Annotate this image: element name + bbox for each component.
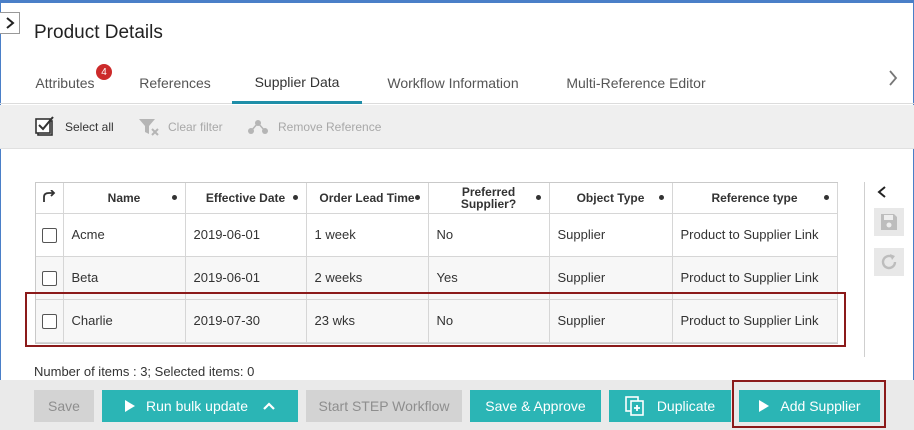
- cell-effective-date[interactable]: 2019-06-01: [185, 256, 307, 300]
- refresh-button[interactable]: [874, 248, 904, 276]
- cell-effective-date[interactable]: 2019-07-30: [185, 299, 307, 343]
- save-icon: [881, 214, 897, 230]
- column-menu-icon[interactable]: [535, 195, 541, 200]
- tab-supplier-data[interactable]: Supplier Data: [232, 62, 362, 104]
- row-checkbox[interactable]: [41, 227, 57, 243]
- page-title: Product Details: [34, 22, 163, 43]
- table-row[interactable]: Charlie 2019-07-30 23 wks No Supplier Pr…: [36, 299, 838, 343]
- column-menu-icon[interactable]: [171, 195, 177, 200]
- chevron-up-icon[interactable]: [262, 401, 276, 411]
- cell-reference-type: Product to Supplier Link: [672, 213, 838, 257]
- column-header-name[interactable]: Name: [63, 183, 186, 214]
- save-approve-button[interactable]: Save & Approve: [470, 390, 601, 422]
- cell-order-lead-time[interactable]: 1 week: [306, 213, 429, 257]
- play-icon: [759, 400, 770, 412]
- cell-name[interactable]: Beta: [63, 256, 186, 300]
- tab-references[interactable]: References: [130, 62, 220, 104]
- chevron-right-icon[interactable]: [886, 68, 900, 88]
- table-header-row: Name Effective Date Order Lead Time Pref…: [36, 183, 838, 214]
- clear-filter-label: Clear filter: [168, 120, 223, 134]
- remove-reference-button[interactable]: Remove Reference: [246, 105, 381, 149]
- cell-reference-type: Product to Supplier Link: [672, 256, 838, 300]
- tab-bar: Attributes 4 References Supplier Data Wo…: [0, 62, 914, 104]
- tab-multi-reference-editor[interactable]: Multi-Reference Editor: [552, 62, 720, 104]
- column-menu-icon[interactable]: [292, 195, 298, 200]
- filter-icon: [139, 119, 159, 136]
- cell-object-type: Supplier: [549, 299, 673, 343]
- save-button[interactable]: Save: [34, 390, 94, 422]
- cell-preferred-supplier[interactable]: Yes: [428, 256, 550, 300]
- select-all-icon: [35, 116, 54, 136]
- cell-object-type: Supplier: [549, 256, 673, 300]
- cell-object-type: Supplier: [549, 213, 673, 257]
- remove-reference-icon: [248, 120, 268, 134]
- table-row[interactable]: Beta 2019-06-01 2 weeks Yes Supplier Pro…: [36, 256, 838, 300]
- column-header-reference-type[interactable]: Reference type: [672, 183, 838, 214]
- add-supplier-label: Add Supplier: [780, 398, 861, 414]
- duplicate-button[interactable]: Duplicate: [609, 390, 731, 422]
- column-header-label: Object Type: [576, 190, 645, 205]
- cell-preferred-supplier[interactable]: No: [428, 299, 550, 343]
- duplicate-icon: [625, 396, 644, 416]
- column-header-object-type[interactable]: Object Type: [549, 183, 673, 214]
- tab-attributes[interactable]: Attributes: [22, 62, 108, 104]
- expand-panel-button[interactable]: [0, 12, 20, 34]
- column-header-label: Preferred Supplier?: [460, 184, 517, 211]
- item-count-status: Number of items : 3; Selected items: 0: [34, 364, 255, 379]
- column-header-label: Name: [107, 190, 141, 205]
- cell-name[interactable]: Acme: [63, 213, 186, 257]
- clear-filter-button[interactable]: Clear filter: [138, 105, 223, 149]
- start-step-workflow-button[interactable]: Start STEP Workflow: [306, 390, 462, 422]
- chevron-left-icon[interactable]: [875, 184, 889, 200]
- tab-label: References: [139, 75, 211, 91]
- duplicate-label: Duplicate: [656, 398, 716, 414]
- column-menu-icon[interactable]: [823, 195, 829, 200]
- column-header-preferred-supplier[interactable]: Preferred Supplier?: [428, 183, 550, 214]
- column-menu-icon[interactable]: [414, 195, 420, 200]
- link-arrow-icon: [43, 189, 56, 202]
- link-column-header[interactable]: [36, 183, 64, 214]
- play-icon: [125, 400, 136, 412]
- tab-label: Supplier Data: [254, 73, 340, 90]
- tab-label: Attributes: [35, 75, 95, 91]
- save-side-button[interactable]: [874, 208, 904, 236]
- refresh-icon: [881, 254, 897, 270]
- row-checkbox[interactable]: [41, 270, 57, 286]
- select-all-button[interactable]: Select all: [35, 105, 114, 149]
- attributes-count-badge: 4: [96, 64, 112, 80]
- cell-order-lead-time[interactable]: 23 wks: [306, 299, 429, 343]
- cell-reference-type: Product to Supplier Link: [672, 299, 838, 343]
- run-bulk-update-button[interactable]: Run bulk update: [102, 390, 298, 422]
- row-checkbox[interactable]: [41, 313, 57, 329]
- supplier-table: Name Effective Date Order Lead Time Pref…: [35, 182, 838, 344]
- toolbar: Select all Clear filter Remove Reference: [0, 105, 914, 149]
- cell-name[interactable]: Charlie: [63, 299, 186, 343]
- cell-order-lead-time[interactable]: 2 weeks: [306, 256, 429, 300]
- chevron-right-icon: [5, 17, 15, 29]
- add-supplier-button[interactable]: Add Supplier: [739, 390, 880, 422]
- cell-preferred-supplier[interactable]: No: [428, 213, 550, 257]
- column-header-effective-date[interactable]: Effective Date: [185, 183, 307, 214]
- column-menu-icon[interactable]: [658, 195, 664, 200]
- footer-action-bar: Save Run bulk update Start STEP Workflow…: [0, 380, 914, 430]
- side-action-panel: [864, 182, 914, 357]
- tab-label: Workflow Information: [387, 75, 519, 91]
- cell-effective-date[interactable]: 2019-06-01: [185, 213, 307, 257]
- remove-reference-label: Remove Reference: [278, 120, 382, 134]
- column-header-order-lead-time[interactable]: Order Lead Time: [306, 183, 429, 214]
- table-row[interactable]: Acme 2019-06-01 1 week No Supplier Produ…: [36, 213, 838, 257]
- tab-label: Multi-Reference Editor: [566, 75, 706, 91]
- column-header-label: Effective Date: [205, 190, 286, 205]
- run-bulk-update-label: Run bulk update: [146, 398, 248, 414]
- select-all-label: Select all: [65, 120, 114, 134]
- column-header-label: Order Lead Time: [319, 190, 415, 205]
- column-header-label: Reference type: [711, 190, 798, 205]
- tab-workflow-information[interactable]: Workflow Information: [374, 62, 532, 104]
